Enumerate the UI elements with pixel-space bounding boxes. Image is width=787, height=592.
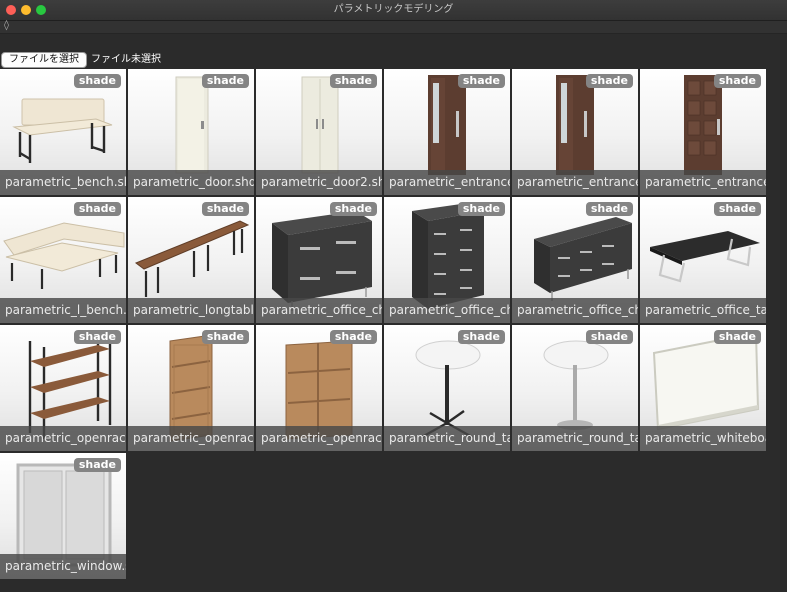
model-card[interactable]: shade parametric_entrance_ [384, 69, 510, 195]
format-badge: shade [585, 202, 633, 216]
model-card[interactable]: shade parametric_window.s [0, 453, 126, 579]
model-filename: parametric_openrack [128, 426, 254, 451]
model-filename: parametric_entrance_ [640, 170, 766, 195]
model-card[interactable]: shade parametric_bench.shd [0, 69, 126, 195]
model-filename: parametric_entrance_ [512, 170, 638, 195]
format-badge: shade [713, 330, 761, 344]
model-card[interactable]: shade parametric_openrack [128, 325, 254, 451]
window-title: パラメトリックモデリング [333, 4, 454, 15]
model-card[interactable]: shade parametric_openrack [0, 325, 126, 451]
format-badge: shade [585, 330, 633, 344]
model-card[interactable]: shade parametric_l_bench.s [0, 197, 126, 323]
model-filename: parametric_office_ch [256, 298, 382, 323]
model-filename: parametric_office_ch [512, 298, 638, 323]
format-badge: shade [73, 330, 121, 344]
toolbar: ◊ [0, 19, 787, 34]
format-badge: shade [73, 458, 121, 472]
format-badge: shade [457, 330, 505, 344]
model-filename: parametric_round_tal [512, 426, 638, 451]
model-card[interactable]: shade parametric_office_ch [384, 197, 510, 323]
format-badge: shade [329, 202, 377, 216]
model-filename: parametric_openrack [256, 426, 382, 451]
model-card[interactable]: shade parametric_round_tal [384, 325, 510, 451]
format-badge: shade [457, 74, 505, 88]
format-badge: shade [329, 74, 377, 88]
model-filename: parametric_office_tab [640, 298, 766, 323]
window-titlebar: パラメトリックモデリング [0, 0, 787, 21]
model-card[interactable]: shade parametric_whiteboa [640, 325, 766, 451]
format-badge: shade [73, 74, 121, 88]
model-card[interactable]: shade parametric_office_ch [256, 197, 382, 323]
model-card[interactable]: shade parametric_entrance_ [640, 69, 766, 195]
model-card[interactable]: shade parametric_round_tal [512, 325, 638, 451]
model-filename: parametric_door.shd [128, 170, 254, 195]
format-badge: shade [201, 74, 249, 88]
model-filename: parametric_longtable [128, 298, 254, 323]
file-status-text: ファイル未選択 [91, 54, 161, 65]
model-card[interactable]: shade parametric_entrance_ [512, 69, 638, 195]
model-filename: parametric_window.s [0, 554, 126, 579]
format-badge: shade [457, 202, 505, 216]
model-filename: parametric_openrack [0, 426, 126, 451]
format-badge: shade [201, 330, 249, 344]
model-card[interactable]: shade parametric_office_tab [640, 197, 766, 323]
choose-file-button[interactable]: ファイルを選択 [1, 52, 87, 68]
model-filename: parametric_whiteboa [640, 426, 766, 451]
format-badge: shade [73, 202, 121, 216]
format-badge: shade [713, 74, 761, 88]
model-card[interactable]: shade parametric_longtable [128, 197, 254, 323]
format-badge: shade [329, 330, 377, 344]
format-badge: shade [713, 202, 761, 216]
format-badge: shade [585, 74, 633, 88]
model-card[interactable]: shade parametric_door.shd [128, 69, 254, 195]
model-filename: parametric_office_ch [384, 298, 510, 323]
diamond-toggle-icon[interactable]: ◊ [4, 19, 9, 33]
model-filename: parametric_entrance_ [384, 170, 510, 195]
model-filename: parametric_round_tal [384, 426, 510, 451]
model-filename: parametric_door2.shd [256, 170, 382, 195]
model-filename: parametric_bench.shd [0, 170, 126, 195]
model-card[interactable]: shade parametric_office_ch [512, 197, 638, 323]
model-card[interactable]: shade parametric_openrack [256, 325, 382, 451]
format-badge: shade [201, 202, 249, 216]
model-card[interactable]: shade parametric_door2.shd [256, 69, 382, 195]
model-filename: parametric_l_bench.s [0, 298, 126, 323]
